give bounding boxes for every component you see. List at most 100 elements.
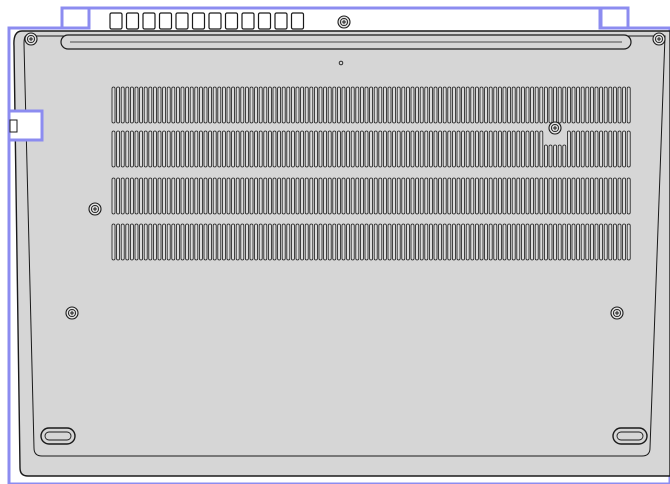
vent-slat (166, 86, 171, 124)
vent-slat (548, 223, 553, 261)
vent-slat (479, 86, 484, 124)
vent-slat (226, 130, 231, 168)
vent-slat (378, 130, 383, 168)
screw-icon (88, 202, 102, 216)
vent-slat (212, 86, 217, 124)
vent-slat (548, 144, 553, 168)
vent-slat (502, 86, 507, 124)
vent-slat (258, 130, 263, 168)
vent-slat (327, 223, 332, 261)
vent-slat (590, 86, 594, 124)
vent-slat (359, 177, 364, 215)
vent-slat (405, 177, 410, 215)
vent-slat (608, 223, 613, 261)
vent-slat (594, 130, 599, 168)
vent-slat (327, 86, 332, 124)
vent-slat (267, 177, 272, 215)
vent-slat (180, 177, 185, 215)
vent-slat (364, 86, 369, 124)
vent-slat (295, 130, 300, 168)
vent-slat (111, 86, 116, 124)
vent-slat (622, 177, 626, 215)
vent-slat (438, 223, 443, 261)
vent-slat (497, 130, 502, 168)
vent-slat (456, 223, 461, 261)
vent-slat (507, 86, 512, 124)
vent-slat (249, 223, 254, 261)
vent-slat (157, 86, 162, 124)
vent-slat (516, 223, 521, 261)
vent-slat (198, 86, 203, 124)
top-vent-slot (290, 12, 305, 30)
vent-slat (295, 223, 300, 261)
vent-slat (125, 86, 130, 124)
vent-slat (148, 177, 153, 215)
vent-slat (539, 177, 544, 215)
vent-slat (244, 177, 249, 215)
vent-slat (405, 130, 410, 168)
vent-slat (267, 130, 272, 168)
vent-slat (240, 223, 245, 261)
vent-slat (599, 223, 603, 261)
vent-slat (364, 130, 369, 168)
vent-slat (129, 177, 134, 215)
vent-slat (580, 86, 585, 124)
vent-slat (203, 223, 208, 261)
vent-slat (359, 223, 364, 261)
vent-slat (428, 223, 433, 261)
vent-slat (424, 130, 429, 168)
vent-slat (129, 86, 134, 124)
vent-slat (171, 130, 176, 168)
vent-slat (576, 177, 580, 215)
highlight-box-top-right (599, 6, 630, 30)
vent-slat (461, 86, 466, 124)
vent-slat (203, 177, 208, 215)
vent-slat (562, 86, 567, 124)
vent-slat (152, 177, 157, 215)
vent-slat (373, 86, 378, 124)
vent-slat (166, 177, 171, 215)
vent-slat (198, 177, 203, 215)
vent-slat (139, 223, 144, 261)
vent-slat (208, 177, 213, 215)
vent-slat (530, 86, 534, 124)
vent-slat (300, 86, 305, 124)
vent-slat (433, 223, 438, 261)
vent-slat (497, 86, 502, 124)
vent-slat (157, 177, 162, 215)
vent-slat (116, 223, 120, 261)
vent-slat (599, 86, 603, 124)
vent-slat (254, 130, 259, 168)
laptop-bottom-figure (0, 0, 670, 484)
screw-icon (652, 32, 666, 46)
vent-slat (511, 130, 516, 168)
vent-slat (258, 177, 263, 215)
vent-slat (451, 130, 456, 168)
screw-icon (24, 32, 38, 46)
vent-slat (240, 130, 245, 168)
vent-slat (603, 86, 608, 124)
vent-slat (129, 130, 134, 168)
left-latch-visible (9, 119, 18, 133)
vent-slat (479, 130, 484, 168)
vent-slat (175, 177, 180, 215)
vent-slat (382, 177, 387, 215)
vent-slat (373, 223, 378, 261)
vent-slat (235, 86, 240, 124)
rubber-foot-left (40, 427, 76, 445)
vent-slat (442, 86, 447, 124)
vent-slat (332, 223, 337, 261)
vent-slat (162, 223, 167, 261)
vent-slat (258, 223, 263, 261)
vent-slat (249, 177, 254, 215)
vent-slat (484, 130, 489, 168)
vent-slat (249, 86, 254, 124)
vent-slat (387, 177, 392, 215)
vent-slat (286, 177, 291, 215)
vent-slat (134, 130, 139, 168)
vent-slat (286, 223, 291, 261)
vent-slat (562, 223, 567, 261)
vent-slat (263, 130, 268, 168)
vent-slat (125, 223, 130, 261)
vent-slat (576, 86, 580, 124)
